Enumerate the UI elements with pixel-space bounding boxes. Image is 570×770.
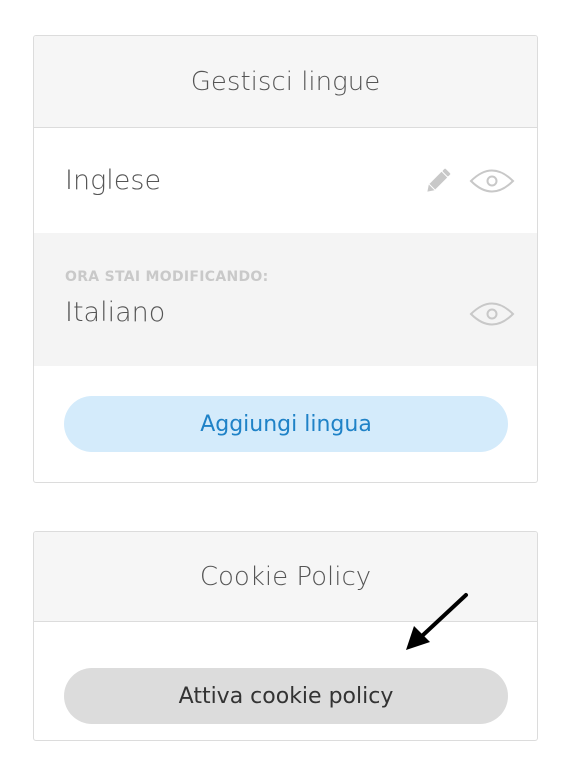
manage-languages-title: Gestisci lingue xyxy=(34,36,537,128)
pointer-arrow-icon xyxy=(406,593,468,650)
language-actions xyxy=(423,166,515,196)
language-name: Italiano xyxy=(65,297,166,328)
pencil-icon[interactable] xyxy=(423,166,453,196)
language-name: Inglese xyxy=(65,165,162,196)
eye-icon[interactable] xyxy=(469,299,515,329)
currently-editing-label: ORA STAI MODIFICANDO: xyxy=(65,269,269,285)
language-row-italiano: ORA STAI MODIFICANDO: Italiano xyxy=(34,233,537,366)
language-actions xyxy=(469,299,515,329)
enable-cookie-policy-button[interactable]: Attiva cookie policy xyxy=(64,668,508,724)
add-language-button[interactable]: Aggiungi lingua xyxy=(64,396,508,452)
eye-icon[interactable] xyxy=(469,166,515,196)
manage-languages-panel: Gestisci lingue Inglese ORA STAI MODIFIC… xyxy=(33,35,538,483)
language-row-inglese: Inglese xyxy=(34,128,537,233)
